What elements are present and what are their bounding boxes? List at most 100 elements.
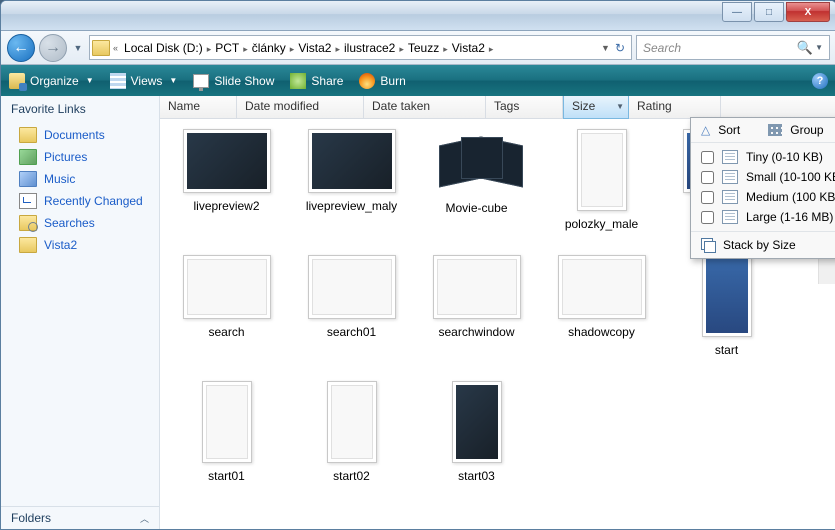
- thumbnail: [452, 381, 502, 463]
- views-menu[interactable]: Views▼: [110, 73, 178, 89]
- column-date-taken[interactable]: Date taken: [364, 96, 486, 118]
- sidebar-header: Favorite Links: [1, 96, 159, 122]
- file-item[interactable]: livepreview2: [164, 129, 289, 231]
- folders-pane-toggle[interactable]: Folders ︿: [1, 506, 159, 529]
- sidebar-item-recently-changed[interactable]: Recently Changed: [1, 190, 159, 212]
- file-label: search: [208, 325, 244, 339]
- slideshow-button[interactable]: Slide Show: [193, 74, 274, 88]
- file-label: livepreview2: [193, 199, 259, 213]
- address-bar[interactable]: « Local Disk (D:)▸PCT▸články▸Vista2▸ilus…: [89, 35, 632, 60]
- close-button[interactable]: X: [786, 2, 830, 22]
- filter-label: Large (1-16 MB): [746, 210, 833, 224]
- share-button[interactable]: Share: [290, 73, 343, 89]
- file-label: search01: [327, 325, 376, 339]
- size-filter-option[interactable]: Medium (100 KB - 1 ...: [691, 187, 835, 207]
- file-item[interactable]: start01: [164, 381, 289, 483]
- chevron-up-icon: ︿: [140, 512, 149, 525]
- sidebar-item-label: Music: [44, 172, 75, 186]
- breadcrumb-segment[interactable]: články: [249, 41, 289, 55]
- thumbnail: [308, 255, 396, 319]
- search-input[interactable]: Search 🔍 ▼: [636, 35, 830, 60]
- file-item[interactable]: Movie-cube: [414, 129, 539, 231]
- breadcrumb-chevron-icon[interactable]: ▸: [334, 44, 341, 54]
- column-tags[interactable]: Tags: [486, 96, 563, 118]
- filter-checkbox[interactable]: [701, 151, 714, 164]
- filter-label: Small (10-100 KB): [746, 170, 835, 184]
- breadcrumb-overflow[interactable]: «: [112, 43, 119, 53]
- breadcrumb-segment[interactable]: Vista2: [449, 41, 488, 55]
- views-icon: [110, 73, 126, 89]
- sidebar-item-documents[interactable]: Documents: [1, 124, 159, 146]
- breadcrumb-chevron-icon[interactable]: ▸: [488, 44, 495, 54]
- column-name[interactable]: Name: [160, 96, 237, 118]
- file-item[interactable]: searchwindow: [414, 255, 539, 357]
- size-filter-option[interactable]: Large (1-16 MB): [691, 207, 835, 227]
- file-label: start02: [333, 469, 370, 483]
- column-date-modified[interactable]: Date modified: [237, 96, 364, 118]
- sidebar-item-label: Recently Changed: [44, 194, 143, 208]
- sort-option[interactable]: Sort: [718, 123, 740, 137]
- file-size-icon: [722, 210, 738, 224]
- thumbnail: [183, 255, 271, 319]
- folder-icon: [92, 40, 110, 56]
- sidebar-item-vista2[interactable]: Vista2: [1, 234, 159, 256]
- music-icon: [19, 171, 37, 187]
- breadcrumb-segment[interactable]: Local Disk (D:): [121, 41, 206, 55]
- sidebar-item-music[interactable]: Music: [1, 168, 159, 190]
- burn-button[interactable]: Burn: [359, 73, 405, 89]
- thumbnail: [558, 255, 646, 319]
- sidebar-item-searches[interactable]: Searches: [1, 212, 159, 234]
- file-item[interactable]: shadowcopy: [539, 255, 664, 357]
- filter-checkbox[interactable]: [701, 191, 714, 204]
- breadcrumb-chevron-icon[interactable]: ▸: [398, 44, 405, 54]
- size-filter-option[interactable]: Tiny (0-10 KB): [691, 147, 835, 167]
- stack-icon: [701, 238, 715, 252]
- thumbnail: [433, 255, 521, 319]
- file-size-icon: [722, 150, 738, 164]
- file-item[interactable]: search01: [289, 255, 414, 357]
- breadcrumb-segment[interactable]: PCT: [212, 41, 242, 55]
- search-dropdown[interactable]: ▼: [815, 43, 823, 52]
- sidebar: Favorite Links Documents Pictures Music Rec…: [1, 96, 160, 529]
- address-dropdown[interactable]: ▼: [600, 43, 611, 53]
- column-rating[interactable]: Rating: [629, 96, 721, 118]
- maximize-button[interactable]: □: [754, 2, 784, 22]
- help-button[interactable]: ?: [812, 73, 828, 89]
- breadcrumb-segment[interactable]: Vista2: [295, 41, 334, 55]
- file-item[interactable]: start03: [414, 381, 539, 483]
- navigation-bar: ← → ▼ « Local Disk (D:)▸PCT▸články▸Vista…: [1, 31, 835, 65]
- titlebar: — □ X: [1, 1, 835, 31]
- sidebar-item-pictures[interactable]: Pictures: [1, 146, 159, 168]
- file-item[interactable]: start: [664, 255, 789, 357]
- sidebar-item-label: Pictures: [44, 150, 87, 164]
- file-label: start01: [208, 469, 245, 483]
- group-option[interactable]: Group: [790, 123, 823, 137]
- back-button[interactable]: ←: [7, 34, 35, 62]
- column-size[interactable]: Size▼: [563, 96, 629, 119]
- filter-checkbox[interactable]: [701, 171, 714, 184]
- nav-history-dropdown[interactable]: ▼: [71, 38, 85, 58]
- file-size-icon: [722, 190, 738, 204]
- search-icon[interactable]: 🔍: [797, 40, 813, 56]
- refresh-button[interactable]: ↻: [615, 41, 625, 55]
- breadcrumb-segment[interactable]: Teuzz: [405, 41, 442, 55]
- search-icon: [19, 215, 37, 231]
- filter-checkbox[interactable]: [701, 211, 714, 224]
- file-item[interactable]: livepreview_maly: [289, 129, 414, 231]
- organize-menu[interactable]: Organize▼: [9, 73, 94, 89]
- thumbnail: [327, 381, 377, 463]
- file-label: Movie-cube: [445, 201, 507, 215]
- search-placeholder: Search: [643, 41, 681, 55]
- breadcrumb-segment[interactable]: ilustrace2: [341, 41, 398, 55]
- burn-icon: [359, 73, 375, 89]
- stack-by-size[interactable]: Stack by Size: [723, 238, 796, 252]
- file-item[interactable]: start02: [289, 381, 414, 483]
- breadcrumb-chevron-icon[interactable]: ▸: [242, 44, 249, 54]
- file-item[interactable]: polozky_male: [539, 129, 664, 231]
- breadcrumb-chevron-icon[interactable]: ▸: [442, 44, 449, 54]
- size-filter-option[interactable]: Small (10-100 KB): [691, 167, 835, 187]
- file-item[interactable]: search: [164, 255, 289, 357]
- file-label: start: [715, 343, 738, 357]
- minimize-button[interactable]: —: [722, 2, 752, 22]
- forward-button[interactable]: →: [39, 34, 67, 62]
